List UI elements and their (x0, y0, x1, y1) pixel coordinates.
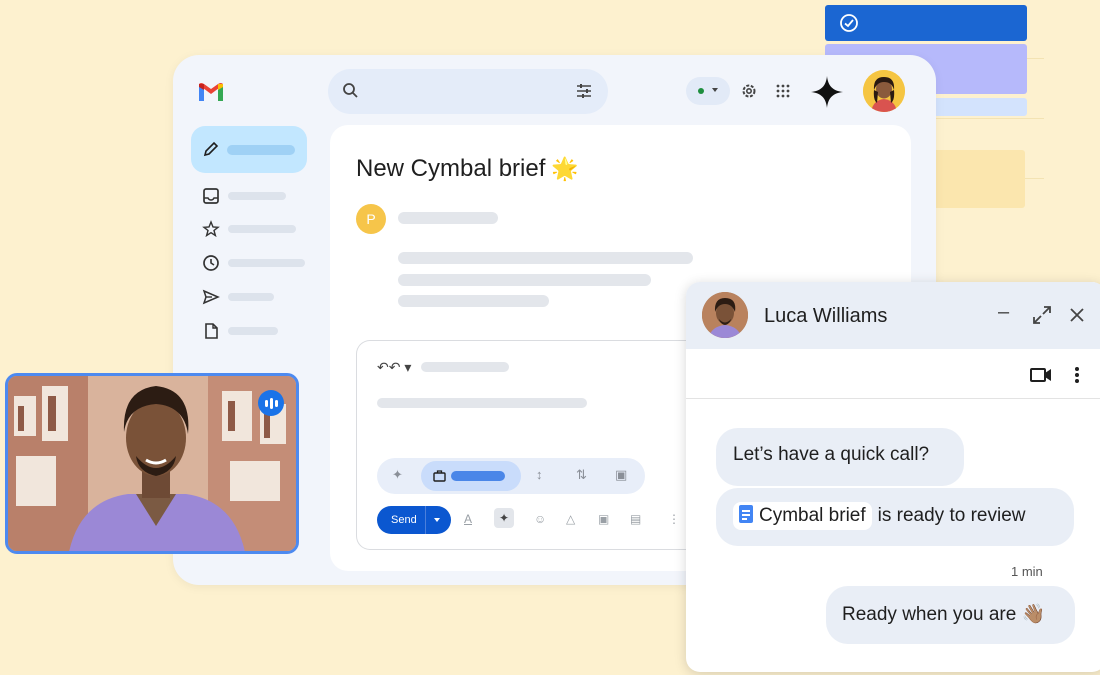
message-text: Ready when you are (842, 604, 1017, 625)
recipient-placeholder (421, 362, 509, 372)
chat-message-incoming: Cymbal brief is ready to review (716, 488, 1074, 546)
nav-label-placeholder (228, 192, 286, 200)
more-vert-icon[interactable] (1074, 366, 1080, 384)
message-text: Let’s have a quick call? (733, 444, 930, 465)
status-indicator[interactable] (686, 77, 730, 105)
chat-header: Luca Williams – (686, 282, 1100, 349)
pencil-icon (203, 141, 219, 157)
user-avatar-image (863, 70, 905, 112)
doc-chip[interactable]: Cymbal brief (733, 502, 872, 530)
draft-document-icon (205, 323, 218, 339)
clock-icon (203, 255, 219, 271)
nav-label-placeholder (228, 259, 305, 267)
insert-photo-icon[interactable]: ▣ (598, 512, 609, 526)
star-icon (202, 220, 220, 238)
calendar-event-task[interactable] (825, 5, 1027, 41)
gmail-logo-icon (199, 83, 223, 101)
nav-item-inbox[interactable] (202, 186, 312, 206)
reply-composer[interactable]: ↶↶ ▾ ✦ ↕ ⇅ ▣ Send A ✦ ☺ △ ▣ ▤ ⋮ (356, 340, 696, 550)
chat-message-outgoing: Ready when you are 👋🏽 (826, 586, 1075, 644)
search-icon (343, 83, 358, 98)
compose-label-placeholder (227, 145, 295, 155)
nav-item-drafts[interactable] (202, 321, 312, 341)
gemini-sparkle-icon[interactable] (810, 75, 844, 109)
contact-avatar[interactable] (702, 292, 748, 338)
nav-label-placeholder (228, 225, 296, 233)
doc-chip-label: Cymbal brief (759, 505, 866, 526)
compose-button[interactable] (191, 126, 307, 173)
drive-icon[interactable]: △ (566, 512, 575, 526)
contact-name: Luca Williams (764, 305, 888, 327)
email-body-line (398, 252, 693, 264)
message-text: is ready to review (877, 505, 1026, 526)
send-icon (202, 289, 220, 305)
video-call-icon[interactable] (1030, 367, 1052, 383)
sender-avatar[interactable]: P (356, 204, 386, 234)
inbox-icon (203, 188, 219, 204)
chat-toolbar (686, 349, 1100, 399)
chip-label-placeholder (451, 471, 505, 481)
google-docs-icon (739, 505, 753, 523)
schedule-icon[interactable]: ▤ (630, 512, 641, 526)
gear-icon[interactable] (740, 82, 758, 100)
contact-avatar-image (702, 292, 748, 338)
presence-dot (698, 88, 704, 94)
user-avatar[interactable] (863, 70, 905, 112)
sender-name-placeholder (398, 212, 498, 224)
shorten-icon[interactable]: ⇅ (576, 467, 587, 483)
video-call-tile[interactable] (5, 373, 299, 554)
message-timestamp: 1 min (1011, 564, 1043, 579)
chat-message-incoming: Let’s have a quick call? (716, 428, 964, 486)
close-icon[interactable] (1069, 307, 1085, 323)
more-options-icon[interactable]: ⋮ (668, 512, 680, 526)
briefcase-icon (433, 470, 446, 482)
expand-icon[interactable] (1032, 305, 1052, 325)
sparkle-emoji: 🌟 (551, 156, 579, 181)
formalize-chip[interactable] (421, 461, 521, 491)
waving-hand-emoji: 👋🏽 (1021, 604, 1046, 625)
chevron-down-icon (712, 88, 718, 92)
participant-video (8, 376, 296, 551)
task-check-icon (840, 14, 858, 32)
chat-window: Luca Williams – Let’s have a quick call?… (686, 282, 1100, 672)
emoji-icon[interactable]: ☺ (534, 512, 546, 526)
speaking-indicator-icon (258, 390, 284, 416)
elaborate-icon[interactable]: ↕ (536, 467, 543, 482)
help-me-write-toolbar: ✦ ↕ ⇅ ▣ (377, 458, 645, 494)
nav-item-sent[interactable] (202, 287, 312, 307)
apps-grid-icon[interactable] (775, 83, 791, 99)
nav-label-placeholder (228, 327, 278, 335)
rewrite-icon[interactable]: ▣ (615, 467, 627, 483)
email-body-line (398, 295, 549, 307)
filter-tune-icon[interactable] (576, 83, 592, 99)
search-bar[interactable] (328, 69, 608, 114)
send-button[interactable]: Send (377, 506, 451, 534)
minimize-icon[interactable]: – (998, 301, 1009, 324)
reply-body-line (377, 398, 587, 408)
email-body-line (398, 274, 651, 286)
help-me-write-icon[interactable]: ✦ (494, 508, 514, 528)
nav-item-starred[interactable] (202, 219, 312, 239)
wand-icon[interactable]: ✦ (392, 467, 403, 483)
reply-all-icon[interactable]: ↶↶ ▾ (377, 359, 411, 376)
send-options-chevron-icon[interactable] (434, 518, 440, 522)
nav-label-placeholder (228, 293, 274, 301)
text-color-icon[interactable]: A (464, 512, 472, 526)
nav-item-snoozed[interactable] (202, 253, 312, 273)
email-subject: New Cymbal brief 🌟 (356, 155, 579, 182)
